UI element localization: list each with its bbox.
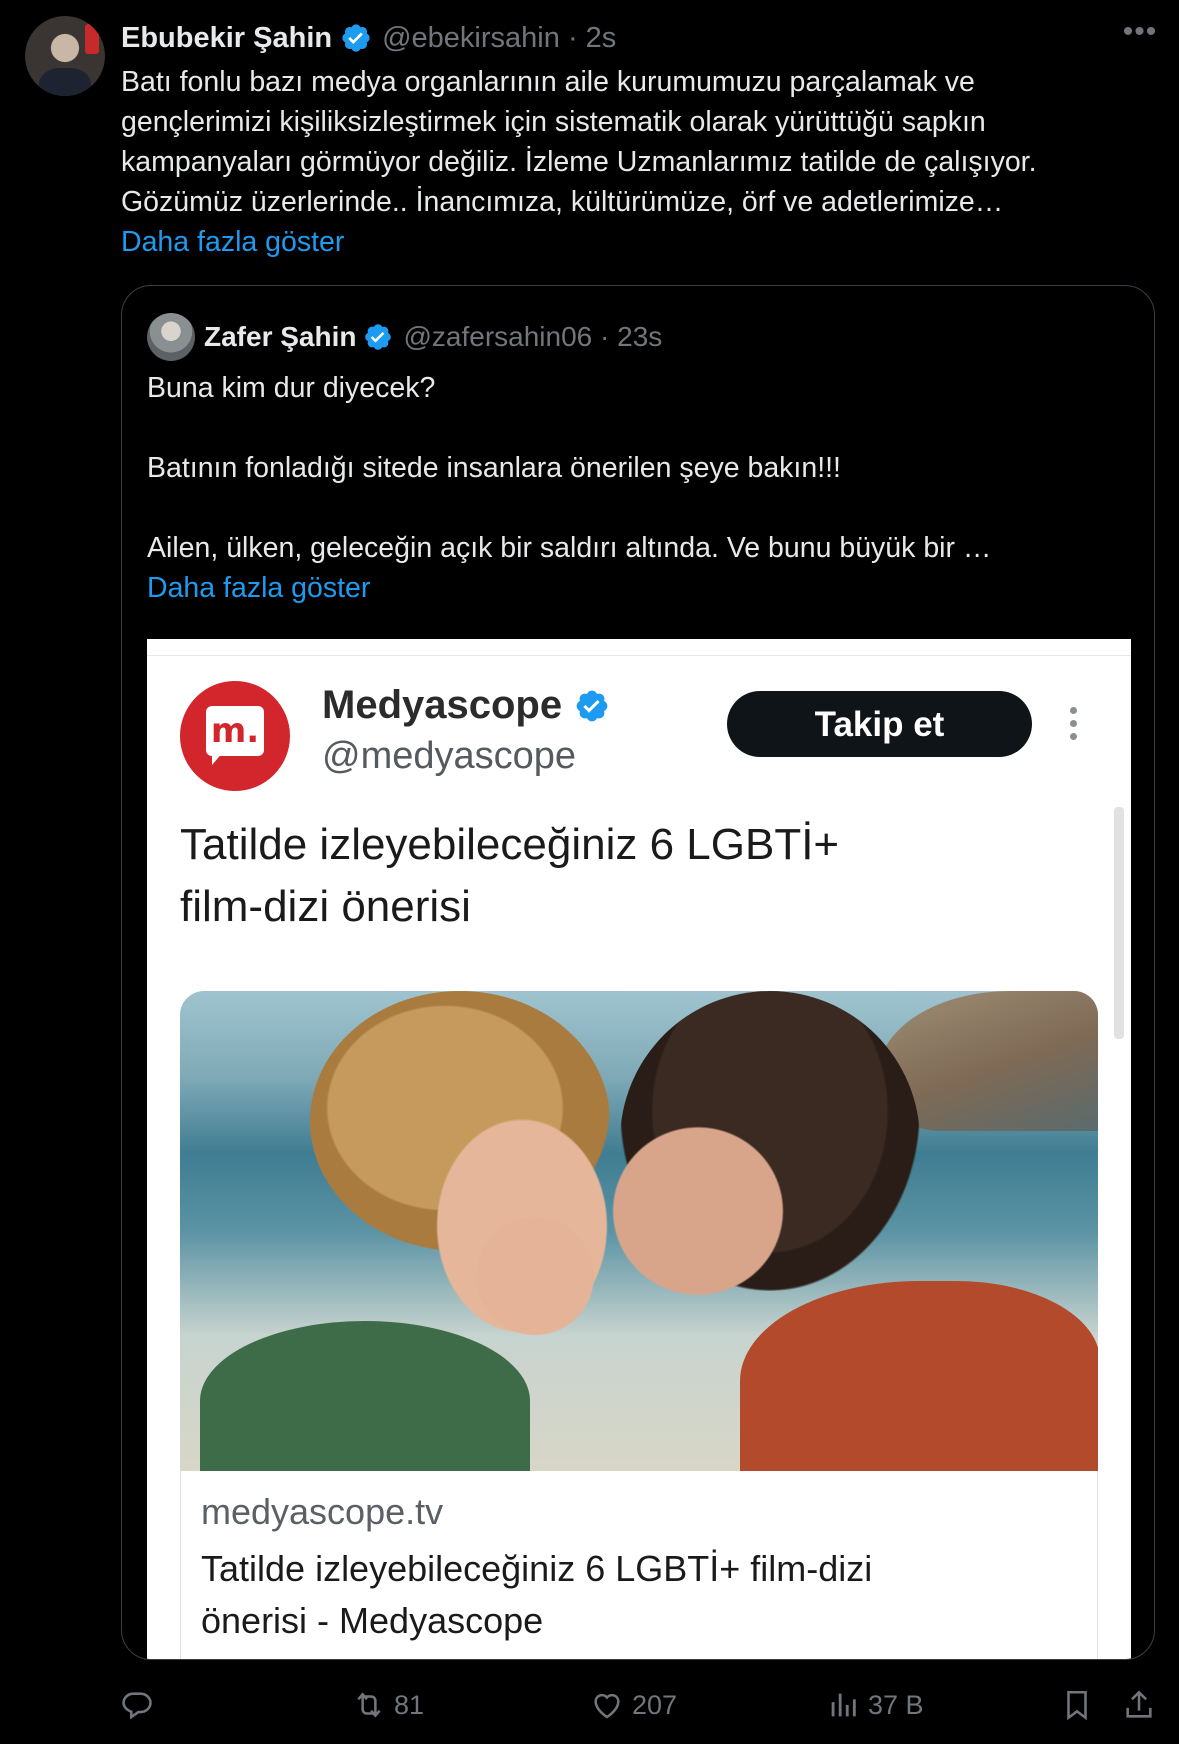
link-card: medyascope.tv Tatilde izleyebileceğiniz … bbox=[180, 1471, 1098, 1659]
red-dress bbox=[740, 1281, 1098, 1471]
hand-graphic bbox=[460, 1201, 610, 1351]
header-separator: · bbox=[567, 21, 578, 54]
like-button[interactable]: 207 bbox=[590, 1680, 677, 1730]
quoted-text-line bbox=[147, 408, 1127, 448]
quoted-author-name[interactable]: Zafer Şahin bbox=[204, 321, 356, 353]
tweet-actions: 81 207 37 B bbox=[0, 1680, 1179, 1730]
embed-top-edge bbox=[147, 639, 1131, 656]
flag-graphic bbox=[85, 24, 99, 54]
tweet[interactable]: Ebubekir Şahin @ebekirsahin · 2s ••• Bat… bbox=[0, 0, 1179, 1744]
link-title: Tatilde izleyebileceğiniz 6 LGBTİ+ film-… bbox=[201, 1543, 1081, 1647]
quoted-tweet[interactable]: Zafer Şahin @zafersahin06 · 23s Buna kim… bbox=[121, 285, 1155, 1660]
embed-name-text: Medyascope bbox=[322, 683, 563, 727]
scrollbar bbox=[1114, 807, 1124, 1039]
quoted-text-line: Buna kim dur diyecek? bbox=[147, 372, 436, 404]
follow-button: Takip et bbox=[727, 691, 1032, 757]
bookmark-icon bbox=[1067, 1690, 1087, 1721]
tweet-text: Batı fonlu bazı medya organlarının aile … bbox=[121, 62, 1131, 222]
views-button[interactable]: 37 B bbox=[826, 1680, 924, 1730]
tweet-text-line: Batı fonlu bazı medya organlarının aile … bbox=[121, 66, 975, 98]
bubble-tail bbox=[212, 751, 224, 765]
show-more-link[interactable]: Daha fazla göster bbox=[121, 222, 344, 262]
quoted-show-more-link[interactable]: Daha fazla göster bbox=[147, 568, 370, 608]
embed-account-handle: @medyascope bbox=[322, 735, 577, 777]
quoted-text-line bbox=[147, 488, 1127, 528]
medyascope-logo: m. bbox=[180, 681, 290, 791]
tweet-header: Ebubekir Şahin @ebekirsahin · 2s bbox=[121, 18, 616, 58]
reply-icon bbox=[122, 1692, 152, 1720]
share-button[interactable] bbox=[1122, 1680, 1164, 1730]
retweet-button[interactable]: 81 bbox=[352, 1680, 424, 1730]
green-dress bbox=[200, 1321, 530, 1471]
embed-post-title: Tatilde izleyebileceğiniz 6 LGBTİ+ film-… bbox=[180, 814, 1080, 938]
quoted-author-avatar[interactable] bbox=[147, 313, 195, 361]
quoted-tweet-time[interactable]: 23s bbox=[617, 321, 662, 353]
share-icon bbox=[1126, 1690, 1152, 1718]
author-handle[interactable]: @ebekirsahin bbox=[382, 22, 560, 55]
embedded-screenshot[interactable]: m. Medyascope @medyascope Takip et Tatil… bbox=[147, 639, 1131, 1659]
verified-badge-icon[interactable] bbox=[363, 322, 393, 352]
tweet-text-line: kampanyaları görmüyor değiliz. İzleme Uz… bbox=[121, 146, 1037, 178]
views-count: 37 B bbox=[868, 1689, 924, 1720]
reply-button[interactable] bbox=[120, 1680, 162, 1730]
tweet-time[interactable]: 2s bbox=[586, 22, 617, 55]
views-chart-icon bbox=[831, 1693, 856, 1717]
heart-icon bbox=[594, 1693, 620, 1719]
person-right-face bbox=[610, 1081, 830, 1341]
quoted-text-line: Batının fonladığı sitede insanlara öneri… bbox=[147, 452, 841, 484]
logo-text: m. bbox=[210, 711, 260, 751]
bookmark-button[interactable] bbox=[1060, 1680, 1102, 1730]
retweet-icon bbox=[357, 1692, 381, 1718]
retweet-count: 81 bbox=[394, 1689, 425, 1720]
embed-title-line: Tatilde izleyebileceğiniz 6 LGBTİ+ bbox=[180, 820, 840, 869]
quoted-tweet-header: Zafer Şahin @zafersahin06 · 23s bbox=[204, 317, 662, 357]
embed-title-line: film-dizi önerisi bbox=[180, 882, 471, 931]
quoted-author-handle[interactable]: @zafersahin06 bbox=[403, 321, 592, 353]
link-domain: medyascope.tv bbox=[201, 1491, 444, 1532]
header-separator: · bbox=[600, 321, 610, 352]
quoted-tweet-text: Buna kim dur diyecek? Batının fonladığı … bbox=[147, 368, 1127, 568]
author-avatar[interactable] bbox=[25, 16, 105, 96]
verified-badge-icon bbox=[576, 690, 608, 721]
article-photo bbox=[180, 991, 1098, 1471]
like-count: 207 bbox=[632, 1689, 678, 1720]
quoted-text-line: Ailen, ülken, geleceğin açık bir saldırı… bbox=[147, 532, 992, 564]
suit-graphic bbox=[39, 68, 91, 96]
author-name[interactable]: Ebubekir Şahin bbox=[121, 22, 332, 55]
more-vertical-icon bbox=[1067, 707, 1079, 743]
tweet-text-line: gençlerimizi kişiliksizleştirmek için si… bbox=[121, 106, 986, 138]
verified-badge-icon[interactable] bbox=[340, 22, 372, 54]
link-title-line: önerisi - Medyascope bbox=[201, 1600, 544, 1641]
link-title-line: Tatilde izleyebileceğiniz 6 LGBTİ+ film-… bbox=[201, 1548, 873, 1589]
tweet-text-line: Gözümüz üzerlerinde.. İnancımıza, kültür… bbox=[121, 186, 1004, 218]
more-horizontal-icon[interactable]: ••• bbox=[1120, 17, 1160, 52]
embed-account-name: Medyascope bbox=[322, 683, 620, 728]
